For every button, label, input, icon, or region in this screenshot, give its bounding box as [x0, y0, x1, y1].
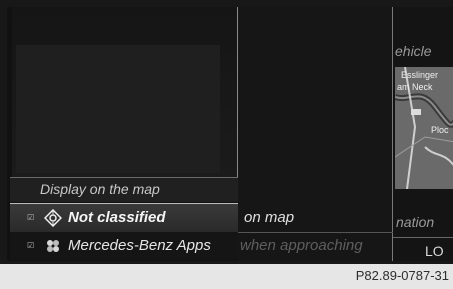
map-place-label: Ploc [431, 125, 449, 135]
menu-item-label: Not classified [68, 209, 166, 226]
right-pane-value: LO [425, 243, 444, 259]
display-screen: ehicle Esslinger am Neck Ploc nation LO … [0, 0, 453, 264]
menu-item-not-classified[interactable]: ☑ Not classified [10, 203, 238, 233]
menu-header: Display on the map [10, 177, 238, 202]
checkbox-icon[interactable]: ☑ [27, 241, 34, 250]
background-menu-text: on map [244, 209, 295, 226]
left-pane-content [16, 45, 220, 173]
menu-item-label: Mercedes-Benz Apps [68, 237, 211, 254]
map-place-label: am Neck [397, 82, 433, 92]
right-pane-title: ehicle [395, 43, 432, 59]
map-view[interactable]: Esslinger am Neck Ploc [395, 67, 453, 189]
right-pane-label: nation [396, 214, 435, 230]
background-menu-text-dimmed: when approaching [240, 237, 363, 254]
display-on-map-menu: Display on the map ☑ Not classified ☑ Me… [10, 177, 238, 261]
menu-title: Display on the map [40, 181, 160, 197]
middle-separator [238, 232, 393, 233]
checkbox-icon[interactable]: ☑ [27, 213, 34, 222]
right-pane-separator [393, 237, 453, 238]
right-pane: ehicle Esslinger am Neck Ploc nation LO [393, 7, 453, 261]
menu-item-mercedes-benz-apps[interactable]: ☑ Mercedes-Benz Apps [10, 232, 238, 260]
map-place-label: Esslinger [401, 70, 439, 80]
left-pane [12, 7, 238, 177]
figure-caption: P82.89-0787-31 [355, 268, 449, 283]
apps-icon [44, 237, 62, 255]
poi-diamond-icon [43, 208, 63, 228]
